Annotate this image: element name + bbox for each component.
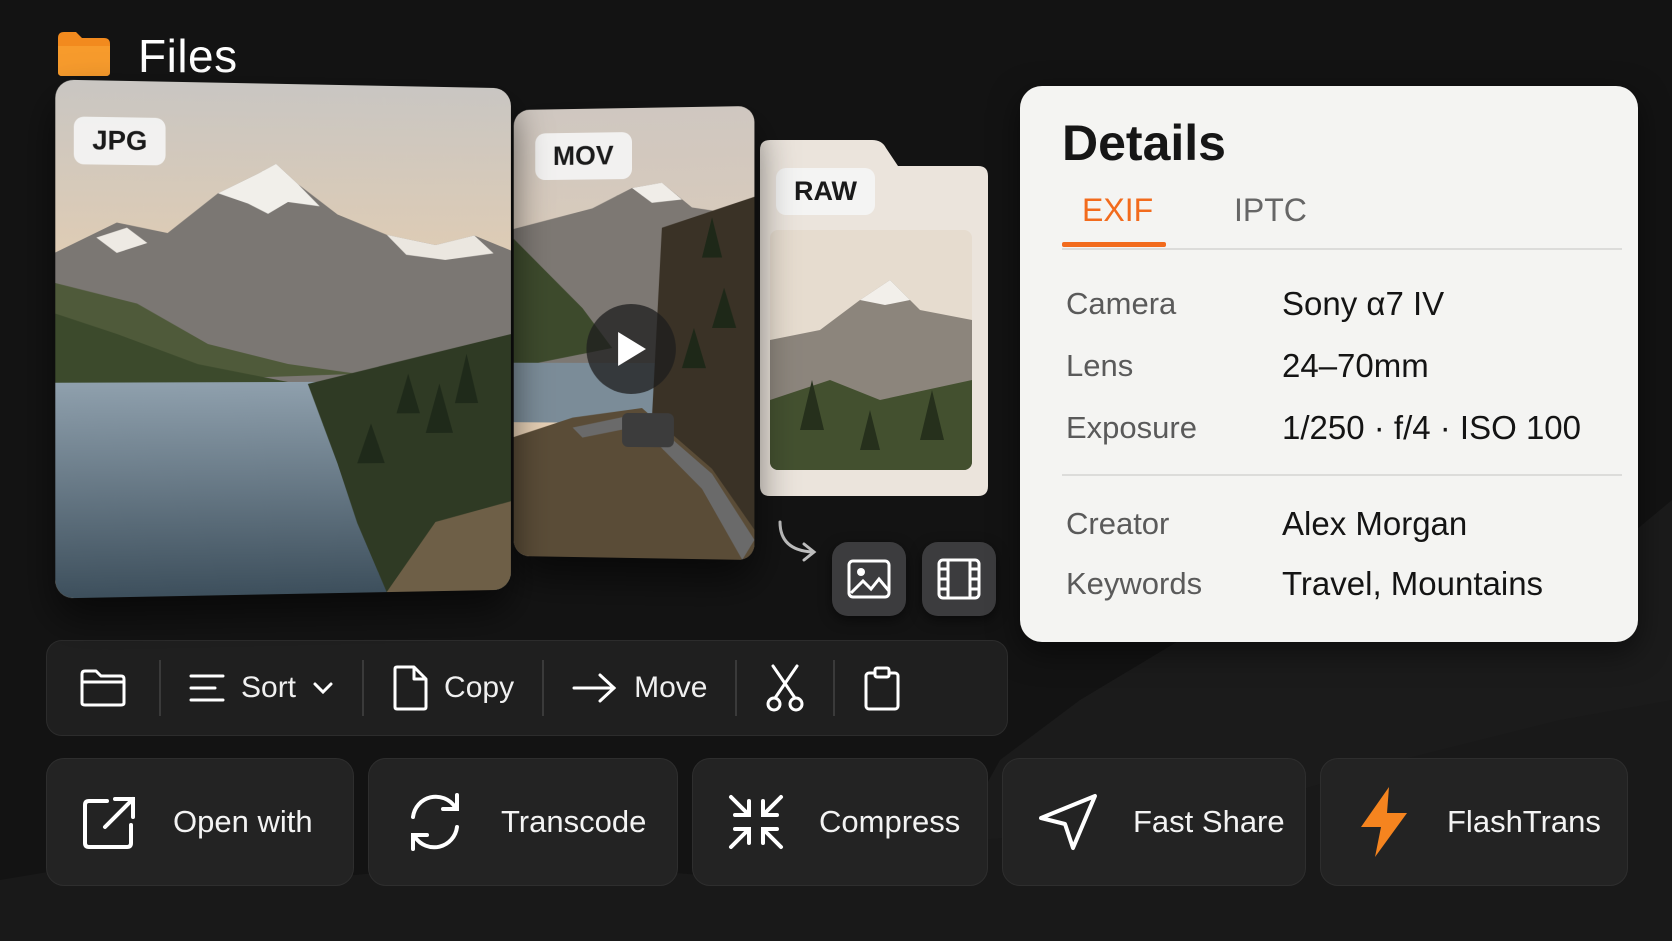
- copy-button[interactable]: Copy: [364, 640, 542, 736]
- iptc-value: Travel, Mountains: [1282, 565, 1544, 602]
- scissors-icon: [766, 664, 804, 712]
- exif-key: Camera: [1066, 286, 1177, 321]
- move-button[interactable]: Move: [544, 640, 735, 736]
- iptc-row-keywords: Keywords Travel, Mountains: [1066, 562, 1626, 606]
- tab-divider: [1062, 248, 1622, 250]
- app-title: Files: [138, 30, 238, 82]
- image-icon: [847, 559, 891, 599]
- exif-value: 24–70mm: [1282, 347, 1429, 384]
- play-icon: [618, 332, 646, 367]
- raw-file-card[interactable]: RAW: [752, 136, 992, 500]
- tab-iptc[interactable]: IPTC: [1234, 192, 1307, 229]
- mov-tag: MOV: [535, 132, 632, 181]
- file-toolbar: Sort Copy Move: [46, 640, 1008, 736]
- transcode-button[interactable]: Transcode: [368, 758, 678, 886]
- compress-icon: [729, 795, 783, 849]
- details-panel: Details EXIF IPTC Camera Sony α7 IV Lens…: [1020, 86, 1638, 642]
- exif-key: Lens: [1066, 348, 1134, 383]
- open-folder-button[interactable]: [47, 640, 159, 736]
- move-label: Move: [634, 671, 708, 704]
- iptc-key: Keywords: [1066, 566, 1203, 601]
- exif-row-exposure: Exposure 1/250 · f/4 · ISO 100: [1066, 406, 1626, 450]
- exif-row-lens: Lens 24–70mm: [1066, 344, 1626, 388]
- exif-row-camera: Camera Sony α7 IV: [1066, 282, 1626, 326]
- sort-lines-icon: [189, 674, 225, 702]
- curved-arrow-icon: [778, 520, 817, 562]
- clipboard-icon: [864, 666, 900, 711]
- exif-key: Exposure: [1066, 410, 1197, 445]
- action-label: Fast Share: [1133, 804, 1285, 839]
- sort-label: Sort: [241, 671, 297, 704]
- details-title: Details: [1062, 115, 1226, 171]
- open-with-button[interactable]: Open with: [46, 758, 354, 886]
- exif-value: Sony α7 IV: [1282, 285, 1445, 322]
- folder-outline-icon: [80, 669, 126, 707]
- raw-tag: RAW: [776, 168, 875, 215]
- arrow-right-icon: [572, 673, 617, 703]
- action-label: FlashTrans: [1447, 804, 1601, 839]
- raw-photo: [770, 230, 972, 470]
- exif-value: 1/250 · f/4 · ISO 100: [1282, 409, 1581, 446]
- film-icon: [937, 558, 981, 600]
- iptc-row-creator: Creator Alex Morgan: [1066, 502, 1626, 546]
- external-link-icon: [83, 797, 135, 849]
- chevron-down-icon: [313, 682, 333, 695]
- iptc-value: Alex Morgan: [1282, 505, 1468, 542]
- image-view-button[interactable]: [832, 542, 906, 616]
- paste-button[interactable]: [835, 640, 929, 736]
- file-icon: [393, 665, 428, 711]
- active-tab-indicator: [1062, 242, 1166, 247]
- send-icon: [1039, 794, 1097, 850]
- section-divider: [1062, 474, 1622, 476]
- mov-file-card[interactable]: MOV: [513, 105, 755, 561]
- jpg-tag: JPG: [73, 116, 166, 166]
- copy-label: Copy: [444, 671, 515, 704]
- video-view-button[interactable]: [922, 542, 996, 616]
- action-label: Open with: [173, 804, 313, 839]
- sort-button[interactable]: Sort: [161, 640, 362, 736]
- compress-button[interactable]: Compress: [692, 758, 988, 886]
- action-label: Transcode: [501, 804, 647, 839]
- tab-exif[interactable]: EXIF: [1082, 192, 1153, 229]
- iptc-key: Creator: [1066, 506, 1170, 541]
- refresh-icon: [411, 793, 459, 851]
- folder-icon: [56, 30, 112, 83]
- action-label: Compress: [819, 804, 961, 839]
- jpg-file-card[interactable]: JPG: [55, 79, 511, 599]
- cut-button[interactable]: [737, 640, 833, 736]
- fast-share-button[interactable]: Fast Share: [1002, 758, 1306, 886]
- flashtrans-button[interactable]: FlashTrans: [1320, 758, 1628, 886]
- lightning-icon: [1361, 787, 1407, 857]
- app-header: Files: [56, 28, 238, 84]
- play-button[interactable]: [586, 303, 676, 395]
